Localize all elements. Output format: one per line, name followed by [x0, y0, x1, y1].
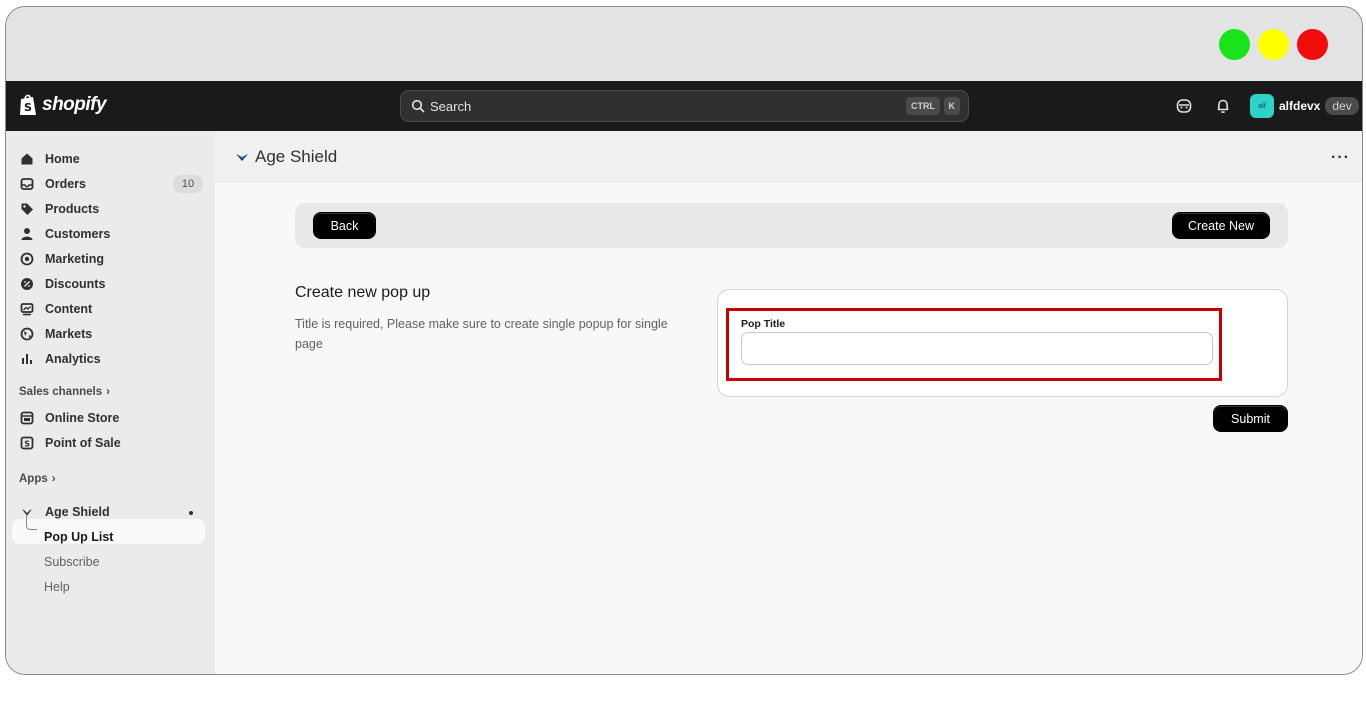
apps-label: Apps: [19, 473, 48, 485]
pop-title-label: Pop Title: [741, 318, 786, 330]
sidebar-item-label: Home: [45, 152, 80, 166]
sidekick-icon[interactable]: [1175, 97, 1193, 115]
sidebar-item-analytics[interactable]: Analytics: [20, 348, 101, 370]
window-titlebar: [6, 7, 1362, 81]
sidebar-item-label: Products: [45, 202, 100, 216]
store-icon: [20, 411, 34, 425]
pos-icon: S: [20, 436, 34, 450]
svg-text:S: S: [24, 440, 30, 449]
main-content: Age Shield ··· Back Create New Create ne…: [215, 131, 1362, 674]
sidebar-item-discounts[interactable]: Discounts: [20, 273, 105, 295]
search-placeholder: Search: [430, 98, 472, 114]
action-toolbar: Back Create New: [295, 203, 1288, 248]
sidebar-item-help[interactable]: Help: [44, 580, 70, 594]
sidebar-item-label: Online Store: [45, 411, 120, 425]
shortcut-k-key: K: [943, 97, 960, 115]
sidebar-item-markets[interactable]: Markets: [20, 323, 92, 345]
tag-icon: [21, 203, 33, 215]
orders-count-badge: 10: [174, 175, 202, 193]
account-name: alfdevx: [1279, 99, 1321, 113]
window-minimize-button[interactable]: [1258, 29, 1289, 60]
sidebar-item-products[interactable]: Products: [20, 198, 99, 220]
search-icon: [411, 99, 425, 113]
orders-icon: [20, 178, 34, 190]
form-heading: Create new pop up: [295, 284, 431, 301]
sidebar: Home Orders 10 Products Customers Market…: [6, 131, 215, 674]
app-header: Age Shield ···: [215, 131, 1362, 182]
home-icon: [21, 153, 33, 165]
sales-channels-heading[interactable]: Sales channels ›: [19, 386, 110, 398]
submit-button[interactable]: Submit: [1213, 405, 1288, 432]
age-shield-logo-icon: [236, 154, 248, 161]
sidebar-item-subscribe[interactable]: Subscribe: [44, 555, 100, 569]
sidebar-item-label: Age Shield: [45, 505, 110, 519]
svg-text:S: S: [24, 101, 32, 114]
sidebar-item-online-store[interactable]: Online Store: [20, 407, 119, 429]
sidebar-item-point-of-sale[interactable]: S Point of Sale: [20, 432, 121, 454]
form-description: Title is required, Please make sure to c…: [295, 317, 668, 351]
window-maximize-button[interactable]: [1219, 29, 1250, 60]
sidebar-item-orders[interactable]: Orders: [20, 173, 86, 195]
discount-icon: [21, 278, 33, 290]
app-title: Age Shield: [235, 147, 337, 167]
person-icon: [21, 228, 33, 240]
sidebar-item-label: Content: [45, 302, 93, 316]
shortcut-ctrl-key: CTRL: [906, 97, 940, 115]
app-pinned-dot: [189, 511, 193, 515]
content-icon: [20, 303, 34, 316]
sidebar-item-label: Orders: [45, 177, 86, 191]
sidebar-item-home[interactable]: Home: [20, 148, 80, 170]
sidebar-item-label: Analytics: [45, 352, 101, 366]
sidebar-item-pop-up-list[interactable]: Pop Up List: [44, 530, 113, 544]
avatar: alf: [1250, 94, 1274, 118]
shopify-logo-text: shopify: [42, 94, 107, 115]
more-actions-icon[interactable]: ···: [1331, 149, 1350, 167]
sidebar-item-customers[interactable]: Customers: [20, 223, 110, 245]
search-bar[interactable]: Search CTRL K: [400, 90, 969, 122]
sidebar-item-label: Customers: [45, 227, 111, 241]
chevron-right-icon: ›: [51, 473, 56, 485]
browser-window: S shopify Search CTRL K alf alfdevx dev: [5, 6, 1363, 675]
globe-icon: [20, 327, 34, 341]
sidebar-item-label: Markets: [45, 327, 93, 341]
sidebar-item-label: Discounts: [45, 277, 106, 291]
bar-chart-icon: [22, 354, 32, 364]
shopify-bag-icon: S: [20, 94, 36, 115]
create-new-button[interactable]: Create New: [1172, 212, 1270, 239]
form-card: Pop Title: [717, 289, 1288, 397]
app-title-text: Age Shield: [255, 147, 338, 166]
sidebar-item-content[interactable]: Content: [20, 298, 92, 320]
bell-icon[interactable]: [1214, 97, 1232, 115]
dev-badge: dev: [1325, 97, 1359, 115]
tree-connector: [26, 514, 37, 530]
shopify-logo[interactable]: S shopify: [18, 93, 107, 117]
target-icon: [20, 252, 34, 266]
highlight-box: Pop Title: [726, 308, 1222, 381]
sidebar-item-label: Point of Sale: [45, 436, 121, 450]
apps-heading[interactable]: Apps ›: [19, 473, 56, 485]
sales-channels-label: Sales channels: [19, 386, 103, 398]
account-menu[interactable]: alf alfdevx dev: [1250, 94, 1359, 118]
shopify-topbar: S shopify Search CTRL K alf alfdevx dev: [6, 81, 1362, 131]
pop-title-input[interactable]: [741, 332, 1213, 365]
sidebar-item-label: Marketing: [45, 252, 105, 266]
sidebar-item-marketing[interactable]: Marketing: [20, 248, 104, 270]
chevron-right-icon: ›: [106, 386, 110, 398]
back-button[interactable]: Back: [313, 212, 376, 239]
window-close-button[interactable]: [1297, 29, 1328, 60]
